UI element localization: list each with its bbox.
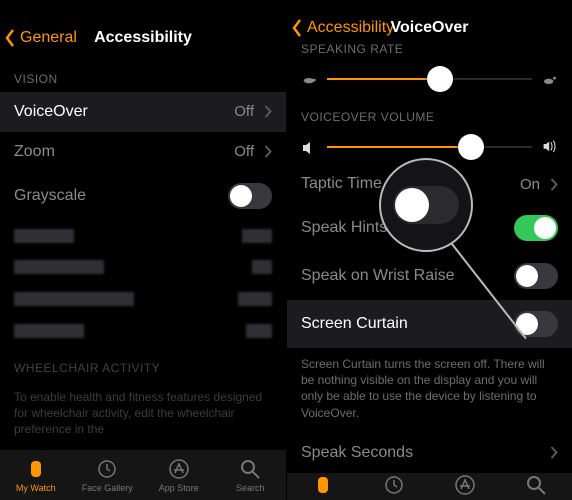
slider-track[interactable] (327, 146, 532, 148)
tab-bar: My Watch Face Gallery App Store Search (0, 450, 286, 500)
section-speaking-rate: SPEAKING RATE (287, 38, 572, 62)
zoom-label: Zoom (14, 143, 55, 161)
tab-label: My Watch (16, 483, 56, 493)
volume-high-icon (542, 140, 558, 154)
tab-app-store[interactable]: App Store (143, 450, 215, 500)
tab-my-watch[interactable]: My Watch (287, 473, 358, 500)
taptic-time-label: Taptic Time (301, 175, 382, 193)
chevron-right-icon (550, 178, 558, 191)
appstore-icon (453, 473, 477, 497)
gallery-icon (95, 457, 119, 481)
gallery-icon (382, 473, 406, 497)
search-icon (524, 473, 548, 497)
turtle-icon (301, 72, 317, 86)
row-speak-hints[interactable]: Speak Hints (287, 204, 572, 252)
row-grayscale[interactable]: Grayscale (0, 172, 286, 220)
redacted-row (14, 289, 272, 309)
chevron-right-icon (264, 145, 272, 158)
nav-bar: General Accessibility (0, 18, 286, 58)
appstore-icon (167, 457, 191, 481)
grayscale-label: Grayscale (14, 187, 86, 205)
tab-label: App Store (159, 483, 199, 493)
row-taptic-time[interactable]: Taptic Time On (287, 164, 572, 204)
back-label: General (20, 29, 77, 47)
screen-curtain-toggle[interactable] (514, 311, 558, 337)
chevron-right-icon (264, 105, 272, 118)
wrist-raise-toggle[interactable] (514, 263, 558, 289)
watch-icon (311, 473, 335, 497)
voiceover-value: Off (234, 103, 254, 120)
slider-track[interactable] (327, 78, 532, 80)
right-screen: Accessibility VoiceOver SPEAKING RATE VO… (286, 0, 572, 500)
tab-search[interactable]: Search (501, 473, 572, 500)
left-screen: General Accessibility VISION VoiceOver O… (0, 0, 286, 500)
screen-curtain-label: Screen Curtain (301, 315, 408, 333)
tab-face-gallery[interactable]: Face Gallery (358, 473, 429, 500)
tab-app-store[interactable]: App Store (430, 473, 501, 500)
screen-curtain-desc: Screen Curtain turns the screen off. The… (287, 348, 572, 433)
taptic-time-value: On (520, 176, 540, 193)
back-button[interactable]: General (4, 28, 77, 48)
speak-seconds-label: Speak Seconds (301, 444, 413, 462)
tab-label: Face Gallery (82, 483, 133, 493)
slider-thumb[interactable] (427, 66, 453, 92)
search-icon (238, 457, 262, 481)
tab-search[interactable]: Search (215, 450, 287, 500)
redacted-row (14, 226, 272, 246)
volume-low-icon (301, 140, 317, 154)
section-header-wheelchair: WHEELCHAIR ACTIVITY (0, 347, 286, 381)
redacted-row (14, 257, 272, 277)
row-voiceover[interactable]: VoiceOver Off (0, 92, 286, 132)
chevron-right-icon (550, 446, 558, 459)
redacted-row (14, 321, 272, 341)
tab-face-gallery[interactable]: Face Gallery (72, 450, 144, 500)
speak-hints-label: Speak Hints (301, 219, 387, 237)
volume-slider[interactable] (287, 130, 572, 164)
speaking-rate-slider[interactable] (287, 62, 572, 96)
zoom-value: Off (234, 143, 254, 160)
nav-bar: Accessibility VoiceOver (287, 18, 572, 38)
back-label: Accessibility (307, 19, 394, 37)
row-wrist-raise[interactable]: Speak on Wrist Raise (287, 252, 572, 300)
row-zoom[interactable]: Zoom Off (0, 132, 286, 172)
tab-my-watch[interactable]: My Watch (0, 450, 72, 500)
wrist-raise-label: Speak on Wrist Raise (301, 267, 455, 285)
back-button[interactable]: Accessibility (291, 18, 394, 38)
wheelchair-footer-text: To enable health and fitness features de… (0, 381, 286, 450)
rabbit-icon (542, 72, 558, 86)
tab-label: Search (236, 483, 265, 493)
row-screen-curtain[interactable]: Screen Curtain (287, 300, 572, 348)
tab-bar: My Watch Face Gallery App Store Search (287, 473, 572, 500)
grayscale-toggle[interactable] (228, 183, 272, 209)
speak-hints-toggle[interactable] (514, 215, 558, 241)
row-speak-seconds[interactable]: Speak Seconds (287, 433, 572, 473)
section-header-vision: VISION (0, 58, 286, 92)
slider-thumb[interactable] (458, 134, 484, 160)
section-volume: VOICEOVER VOLUME (287, 96, 572, 130)
watch-icon (24, 457, 48, 481)
voiceover-label: VoiceOver (14, 103, 88, 121)
